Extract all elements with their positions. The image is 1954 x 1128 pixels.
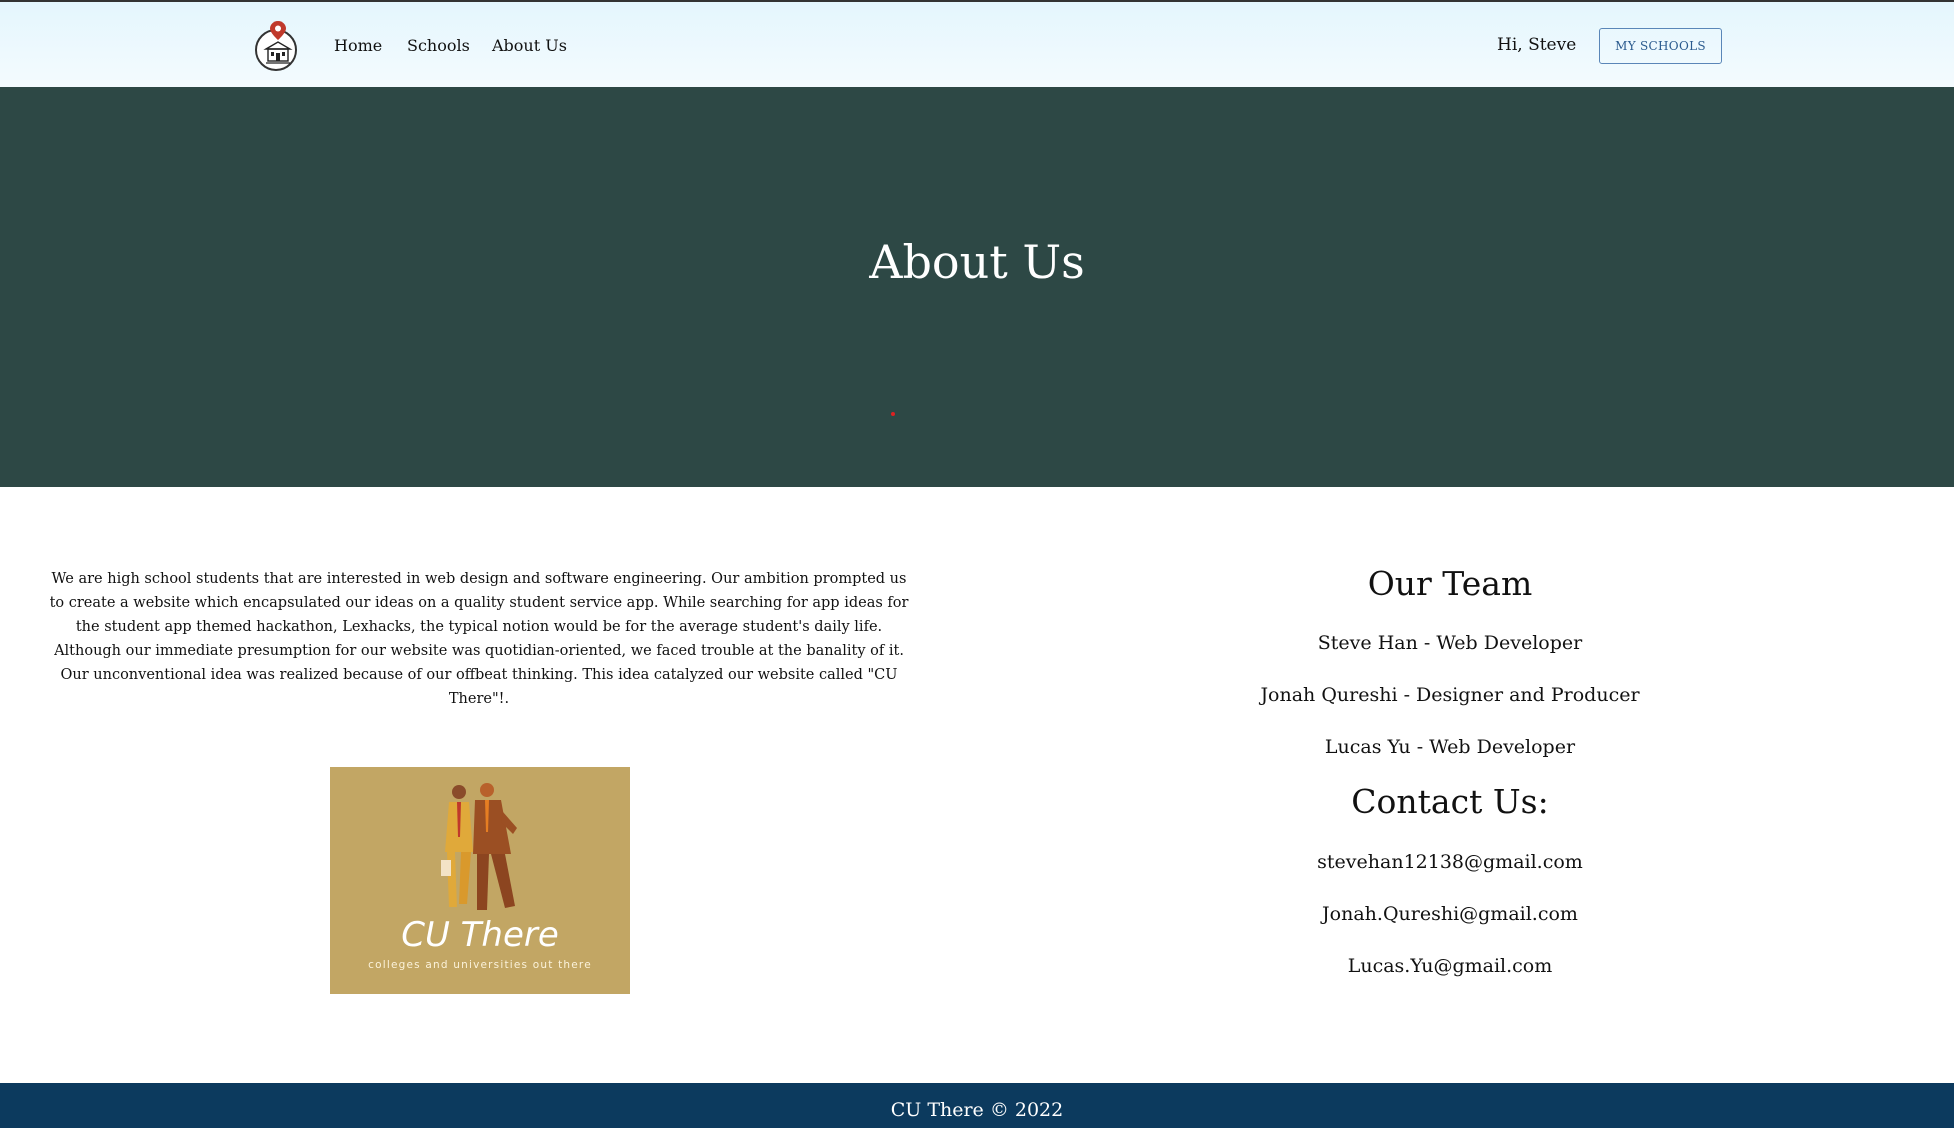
brand-name: CU There [401, 915, 559, 955]
user-greeting: Hi, Steve [1497, 35, 1577, 55]
contact-email[interactable]: Lucas.Yu@gmail.com [1190, 955, 1710, 977]
walking-people-illustration-icon [441, 783, 517, 910]
our-team-heading: Our Team [1367, 564, 1533, 603]
nav-schools-link[interactable]: Schools [407, 36, 470, 55]
team-member: Lucas Yu - Web Developer [1324, 736, 1576, 758]
page-title: About Us [869, 235, 1085, 289]
contact-email[interactable]: stevehan12138@gmail.com [1190, 851, 1710, 873]
nav-home-link[interactable]: Home [334, 36, 382, 55]
footer: CU There © 2022 [0, 1083, 1954, 1128]
team-member: Jonah Qureshi - Designer and Producer [1260, 684, 1640, 706]
contact-us-heading: Contact Us: [1351, 782, 1549, 821]
contact-email[interactable]: Jonah.Qureshi@gmail.com [1190, 903, 1710, 925]
hero-banner: About Us [0, 87, 1954, 487]
team-member: Steve Han - Web Developer [1317, 632, 1583, 654]
my-schools-button[interactable]: MY SCHOOLS [1599, 28, 1722, 64]
cu-there-brand-image: CU There colleges and universities out t… [330, 767, 630, 994]
about-paragraph: We are high school students that are int… [49, 571, 909, 707]
footer-copyright: CU There © 2022 [890, 1099, 1064, 1121]
nav-about-us-link[interactable]: About Us [492, 36, 567, 55]
decorative-dot [891, 412, 895, 416]
brand-tagline: colleges and universities out there [368, 959, 592, 971]
school-map-pin-logo-icon[interactable] [255, 21, 297, 71]
navbar: Home Schools About Us Hi, Steve MY SCHOO… [0, 0, 1954, 87]
